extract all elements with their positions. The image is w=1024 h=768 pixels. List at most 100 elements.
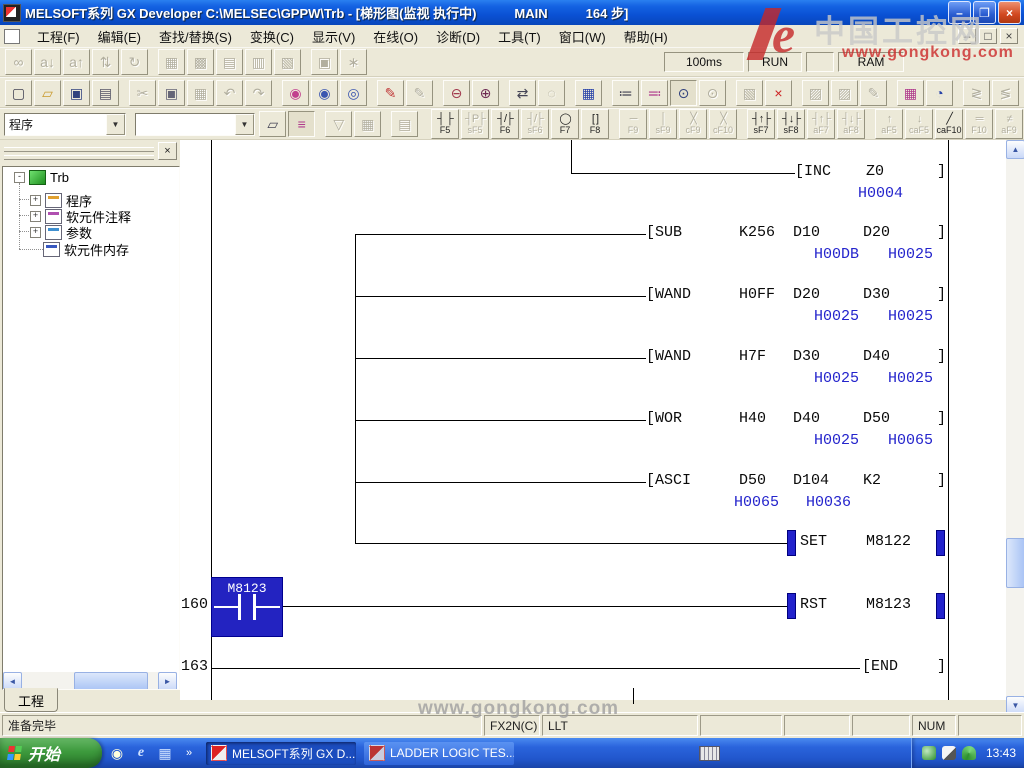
toolbar-button-find-device-prev[interactable]: a↑ [63,49,90,75]
quicklaunch-overflow-chevron[interactable]: » [180,744,198,762]
ladder-symbol-sF5[interactable]: ┤P├sF5 [461,109,489,139]
device-search-combo[interactable]: ▼ [135,113,255,136]
tree-item-parameter[interactable]: + 参数 [30,224,92,240]
toolbar-button-device-test[interactable]: ▦ [897,80,924,106]
ladder-symbol-F10[interactable]: ═F10 [965,109,993,139]
toolbar-button-save-project[interactable]: ▣ [63,80,90,106]
toolbar-button-step-run[interactable]: ≷ [963,80,990,106]
program-select-combo[interactable]: 程序 ▼ [4,113,126,136]
ladder-symbol-aF7[interactable]: ┤↑├aF7 [807,109,835,139]
vertical-scrollbar[interactable]: ▲ ▼ [1006,140,1024,713]
toolbar-button-copy[interactable]: ▣ [158,80,185,106]
toolbar-button-find-instruction[interactable]: ↻ [121,49,148,75]
mdi-minimize-button[interactable]: – [958,28,976,44]
expand-icon[interactable]: + [30,211,41,222]
toolbar-button-find-step-no[interactable]: ⇅ [92,49,119,75]
toolbar-button-device-comment-edit[interactable]: ≕ [641,80,668,106]
ladder-symbol-sF8[interactable]: ┤↓├sF8 [777,109,805,139]
ladder-symbol-F5[interactable]: ┤ ├F5 [431,109,459,139]
toolbar-button-label-program[interactable]: ▤ [391,111,418,137]
toolbar-button-open-project[interactable]: ▱ [34,80,61,106]
panel-close-icon[interactable]: × [158,142,177,160]
toolbar-button-read-mode[interactable]: ▧ [736,80,763,106]
scroll-up-icon[interactable]: ▲ [1006,140,1024,159]
menu-diagnostics[interactable]: 诊断(D) [427,25,489,48]
menu-online[interactable]: 在线(O) [364,25,427,48]
taskbar-item-gx-developer[interactable]: MELSOFT系列 GX D... [206,742,356,765]
ladder-symbol-caF5[interactable]: ↓caF5 [905,109,933,139]
expand-icon[interactable]: + [30,227,41,238]
toolbar-button-monitor-write-mode[interactable]: ⊙ [699,80,726,106]
clock[interactable]: 13:43 [986,746,1016,760]
menu-help[interactable]: 帮助(H) [615,25,677,48]
toolbar-button-macro-registration[interactable]: ▽ [325,111,352,137]
ladder-symbol-aF8[interactable]: ┤↓├aF8 [837,109,865,139]
toolbar-button-find-device-next[interactable]: a↓ [34,49,61,75]
toolbar-button-pc-transfer[interactable]: ⇄ [509,80,536,106]
toolbar-button-interrupt[interactable]: ∗ [340,49,367,75]
toolbar-button-cut-rung[interactable]: ▧ [274,49,301,75]
chevron-down-icon[interactable]: ▼ [235,114,254,135]
project-tab[interactable]: 工程 [4,688,58,712]
toolbar-button-print-list[interactable]: ▣ [311,49,338,75]
menu-convert[interactable]: 变换(C) [241,25,303,48]
scrollbar-thumb[interactable] [1006,538,1024,588]
quicklaunch-icon-1[interactable]: ◉ [108,744,126,762]
toolbar-button-ladder-monitor[interactable]: ◉ [282,80,309,106]
toolbar-button-zoom-out[interactable]: ⊖ [443,80,470,106]
menu-find-replace[interactable]: 查找/替换(S) [150,25,241,48]
toolbar-button-macro-utilize[interactable]: ▦ [354,111,381,137]
menu-edit[interactable]: 编辑(E) [89,25,150,48]
toolbar-button-entry-data-monitor[interactable]: ◉ [311,80,338,106]
menu-window[interactable]: 窗口(W) [550,25,615,48]
toolbar-button-new-project[interactable]: ▢ [5,80,32,106]
tray-icon-umbrella[interactable] [962,746,976,760]
toolbar-button-ladder-logic-test[interactable]: ▦ [575,80,602,106]
ladder-symbol-aF5[interactable]: ↑aF5 [875,109,903,139]
taskbar-item-ladder-logic-test[interactable]: LADDER LOGIC TES... [364,742,514,765]
toolbar-button-paste[interactable]: ▦ [187,80,214,106]
ladder-symbol-sF7[interactable]: ┤↑├sF7 [747,109,775,139]
ladder-symbol-F9[interactable]: ─F9 [619,109,647,139]
tray-icon-2[interactable] [942,746,956,760]
toolbar-button-project-data-list[interactable]: ≔ [612,80,639,106]
toolbar-button-redo[interactable]: ↷ [245,80,272,106]
ladder-symbol-F8[interactable]: [ ]F8 [581,109,609,139]
ladder-symbol-F6[interactable]: ┤/├F6 [491,109,519,139]
toolbar-button-monitor-mode[interactable]: ⊙ [670,80,697,106]
menu-view[interactable]: 显示(V) [303,25,364,48]
tray-icon-1[interactable] [922,746,936,760]
toolbar-button-insert-line[interactable]: ▤ [216,49,243,75]
ladder-editor[interactable]: [INC Z0 ] H0004 [SUB K256 D10 D20 ] H00D… [180,140,1006,700]
tree-horizontal-scrollbar[interactable]: ◄ ► [3,672,177,689]
toolbar-button-edit-comment[interactable]: ✎ [860,80,887,106]
chevron-down-icon[interactable]: ▼ [106,114,125,135]
toolbar-button-step-stop[interactable]: ≶ [992,80,1019,106]
toolbar-button-new-window[interactable]: ▱ [259,111,286,137]
toolbar-button-cut[interactable]: ✂ [129,80,156,106]
close-button[interactable]: × [998,1,1021,24]
minimize-button[interactable]: – [948,1,971,24]
toolbar-button-device-use-list[interactable]: ▩ [187,49,214,75]
internet-explorer-icon[interactable]: e [132,744,150,762]
menu-project[interactable]: 工程(F) [28,25,89,48]
toolbar-button-edit-ladder[interactable]: ▨ [802,80,829,106]
toolbar-button-program-edit[interactable]: ✎ [377,80,404,106]
mdi-restore-button[interactable]: □ [979,28,997,44]
mdi-child-icon[interactable] [4,29,20,44]
toolbar-button-device-batch-monitor[interactable]: ◎ [340,80,367,106]
expand-icon[interactable]: + [30,195,41,206]
toolbar-button-write-during-run[interactable]: ✎ [406,80,433,106]
ladder-symbol-sF6[interactable]: ┤/├sF6 [521,109,549,139]
mdi-close-button[interactable]: × [1000,28,1018,44]
toolbar-button-project-tree-toggle[interactable]: ≡ [288,111,315,137]
toolbar-button-stop-monitor[interactable]: × [765,80,792,106]
keyboard-layout-icon[interactable] [699,746,720,761]
tree-item-root[interactable]: - Trb [14,169,69,185]
toolbar-button-edit-sfc[interactable]: ▨ [831,80,858,106]
toolbar-button-cross-reference-list[interactable]: ▦ [158,49,185,75]
toolbar-button-undo[interactable]: ↶ [216,80,243,106]
restore-button[interactable]: ❐ [973,1,996,24]
quicklaunch-icon-3[interactable]: ▦ [156,744,174,762]
panel-grip[interactable] [4,144,154,160]
